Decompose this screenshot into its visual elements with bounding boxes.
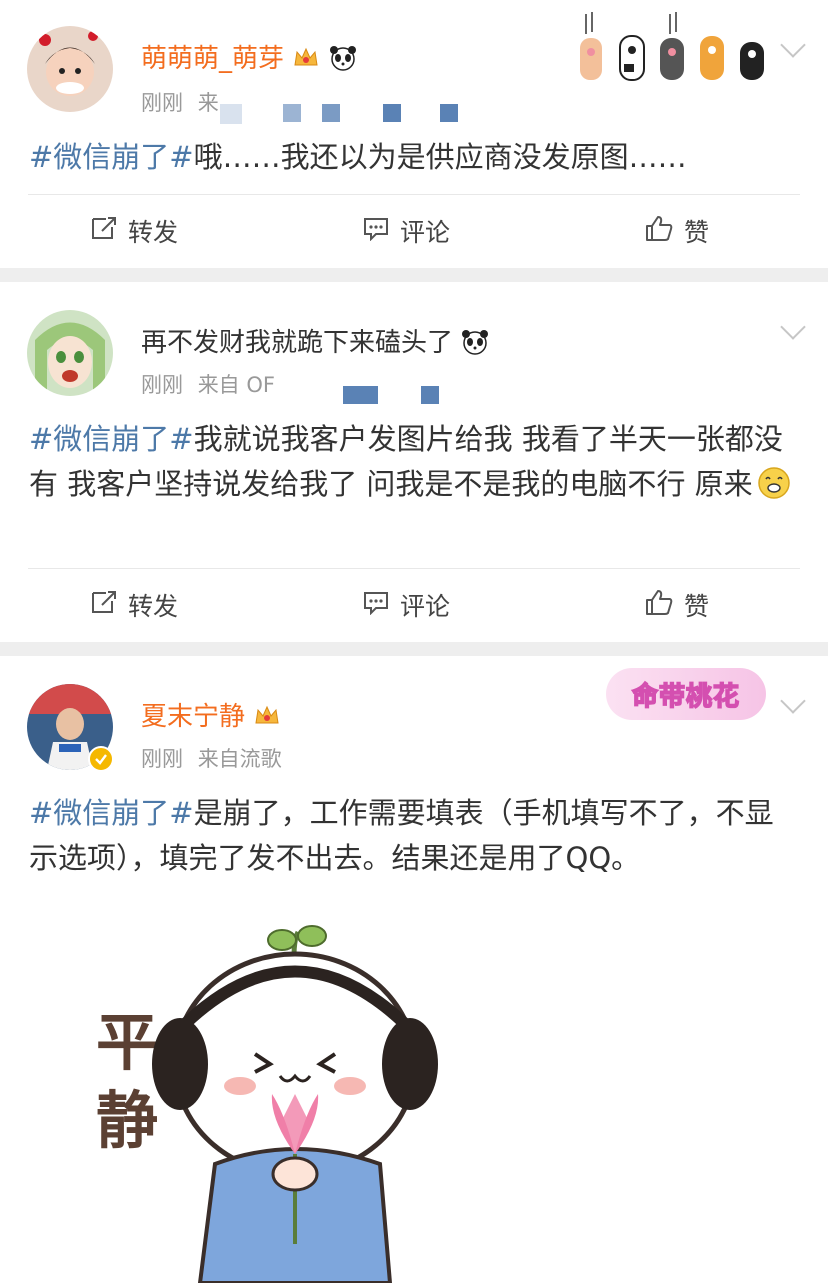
repost-label: 转发	[128, 218, 179, 247]
redaction-block	[383, 104, 401, 122]
crown-icon	[253, 703, 281, 736]
post-content: #微信崩了#是崩了，工作需要填表（手机填写不了，不显示选项），填完了发不出去。结…	[29, 791, 802, 881]
post-source[interactable]: 来	[198, 91, 219, 115]
chevron-down-icon[interactable]	[780, 688, 806, 714]
post-meta: 刚刚 来自 OF	[141, 369, 283, 399]
avatar[interactable]	[27, 310, 113, 396]
action-bar: 转发 评论 赞	[28, 194, 800, 267]
drooling-face-emoji-icon	[757, 466, 791, 513]
action-bar: 转发 评论 赞	[28, 568, 800, 641]
badge-text: 命带桃花	[631, 681, 740, 713]
post-content: #微信崩了#哦……我还以为是供应商没发原图……	[29, 135, 802, 180]
post-source[interactable]: 来自 OF	[198, 373, 275, 397]
post-meta: 刚刚 来自流歌	[141, 743, 290, 773]
comment-label: 评论	[400, 218, 451, 247]
comment-button[interactable]: 评论	[362, 569, 450, 641]
like-button[interactable]: 赞	[644, 569, 709, 641]
comment-label: 评论	[400, 592, 451, 621]
crown-icon	[292, 45, 320, 78]
comment-icon	[362, 589, 390, 621]
repost-icon	[90, 589, 118, 621]
redaction-block	[283, 104, 301, 122]
redaction-block	[440, 104, 458, 122]
post-separator	[0, 268, 828, 282]
hashtag-link[interactable]: #微信崩了#	[29, 796, 194, 830]
thumbs-up-icon	[644, 588, 674, 622]
post-meta: 刚刚 来	[141, 87, 227, 117]
repost-button[interactable]: 转发	[90, 569, 178, 641]
chevron-down-icon[interactable]	[780, 32, 806, 58]
post-time: 刚刚	[141, 373, 183, 397]
redaction-block	[220, 104, 242, 124]
verified-badge	[88, 746, 114, 772]
post-separator	[0, 642, 828, 656]
comment-icon	[362, 215, 390, 247]
post-content: #微信崩了#我就说我客户发图片给我 我看了半天一张都没有 我客户坚持说发给我了 …	[29, 417, 802, 513]
sticker-drawing	[152, 925, 438, 1283]
username-text[interactable]: 萌萌萌_萌芽	[141, 44, 284, 74]
post-time: 刚刚	[141, 747, 183, 771]
redaction-block	[421, 386, 439, 404]
panda-emoji-icon	[461, 329, 489, 362]
username-text[interactable]: 再不发财我就跪下来磕头了	[141, 328, 453, 358]
fan-badge: 命带桃花	[606, 668, 766, 720]
username-text[interactable]: 夏末宁静	[141, 702, 245, 732]
redaction-block	[322, 104, 340, 122]
repost-button[interactable]: 转发	[90, 195, 178, 267]
username[interactable]: 夏末宁静	[141, 696, 281, 736]
hashtag-link[interactable]: #微信崩了#	[29, 422, 194, 456]
repost-label: 转发	[128, 592, 179, 621]
hashtag-link[interactable]: #微信崩了#	[29, 140, 194, 174]
post-1: 萌萌萌_萌芽 刚刚 来 #微信崩了#哦……我还以为是供应商没发原图…… 转发 评…	[0, 0, 828, 268]
username[interactable]: 萌萌萌_萌芽	[141, 38, 357, 78]
post-text: 哦……我还以为是供应商没发原图……	[193, 140, 687, 174]
post-2: 再不发财我就跪下来磕头了 刚刚 来自 OF #微信崩了#我就说我客户发图片给我 …	[0, 282, 828, 642]
post-3: 夏末宁静 刚刚 来自流歌 命带桃花 #微信崩了#是崩了，工作需要填表（手机填写不…	[0, 656, 828, 1283]
avatar[interactable]	[27, 26, 113, 112]
chevron-down-icon[interactable]	[780, 314, 806, 340]
like-label: 赞	[684, 592, 710, 621]
repost-icon	[90, 215, 118, 247]
post-image[interactable]: 平 静	[80, 914, 500, 1283]
username[interactable]: 再不发财我就跪下来磕头了	[141, 322, 489, 362]
like-label: 赞	[684, 218, 710, 247]
panda-emoji-icon	[329, 45, 357, 78]
post-time: 刚刚	[141, 91, 183, 115]
paw-decoration	[574, 8, 774, 88]
post-source[interactable]: 来自流歌	[198, 747, 282, 771]
redaction-block	[343, 386, 378, 404]
thumbs-up-icon	[644, 214, 674, 248]
comment-button[interactable]: 评论	[362, 195, 450, 267]
like-button[interactable]: 赞	[644, 195, 709, 267]
